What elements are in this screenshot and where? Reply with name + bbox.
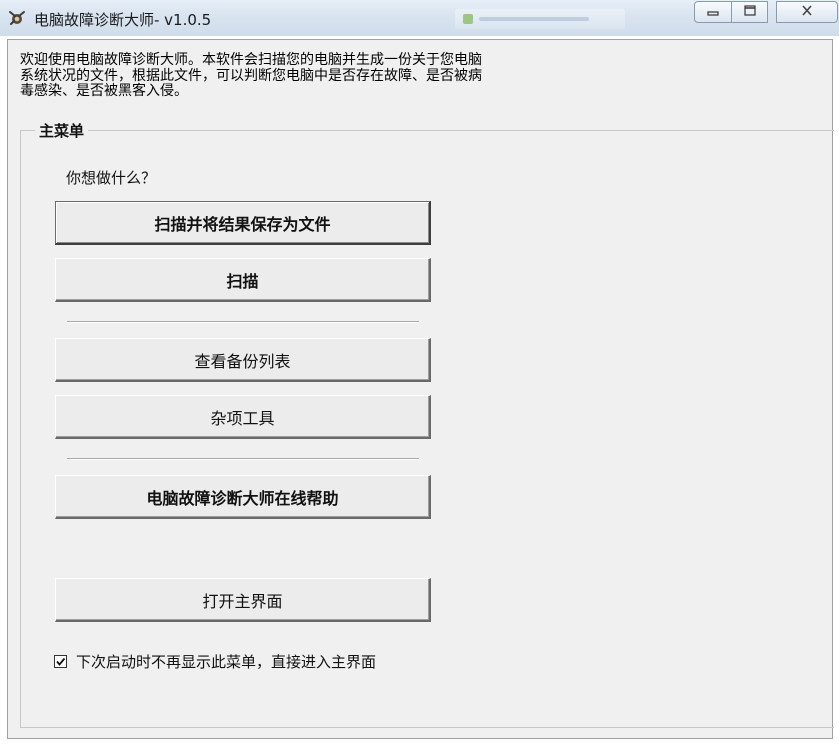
separator <box>67 458 419 460</box>
open-main-window-button[interactable]: 打开主界面 <box>55 578 431 622</box>
maximize-button[interactable] <box>732 1 768 23</box>
welcome-text: 欢迎使用电脑故障诊断大师。本软件会扫描您的电脑并生成一份关于您电脑 系统状况的文… <box>20 52 620 100</box>
skip-menu-label: 下次启动时不再显示此菜单，直接进入主界面 <box>76 653 377 671</box>
main-menu-group: 主菜单 你想做什么？ 扫描并将结果保存为文件 扫描 查看备份列表 杂项工具 电脑… <box>20 120 834 728</box>
question-label: 你想做什么？ <box>66 169 157 187</box>
view-backup-list-button[interactable]: 查看备份列表 <box>55 338 431 382</box>
welcome-text-line: 毒感染、是否被黑客入侵。 <box>20 83 188 99</box>
background-window-ghost <box>455 9 625 29</box>
skip-menu-checkbox[interactable] <box>54 655 67 668</box>
online-help-button[interactable]: 电脑故障诊断大师在线帮助 <box>55 475 431 519</box>
checkmark-icon <box>56 657 66 666</box>
scan-button[interactable]: 扫描 <box>55 258 431 302</box>
minimize-button[interactable] <box>694 1 732 23</box>
maximize-icon <box>743 4 756 20</box>
close-icon <box>801 4 813 20</box>
title-bar: 电脑故障诊断大师- v1.0.5 <box>0 0 839 36</box>
window-title: 电脑故障诊断大师- v1.0.5 <box>34 11 212 29</box>
welcome-text-line: 系统状况的文件，根据此文件，可以判断您电脑中是否存在故障、是否被病 <box>20 67 482 84</box>
app-wrench-icon <box>8 10 26 26</box>
window-controls <box>694 1 838 25</box>
welcome-text-line: 欢迎使用电脑故障诊断大师。本软件会扫描您的电脑并生成一份关于您电脑 <box>20 52 482 68</box>
scan-and-save-button[interactable]: 扫描并将结果保存为文件 <box>55 201 431 245</box>
separator <box>67 321 419 323</box>
skip-menu-option[interactable]: 下次启动时不再显示此菜单，直接进入主界面 <box>54 651 376 672</box>
main-menu-title: 主菜单 <box>35 120 89 141</box>
minimize-icon <box>707 5 719 20</box>
close-button[interactable] <box>776 1 838 23</box>
misc-tools-button[interactable]: 杂项工具 <box>55 395 431 439</box>
dialog-client-area: 欢迎使用电脑故障诊断大师。本软件会扫描您的电脑并生成一份关于您电脑 系统状况的文… <box>7 39 834 739</box>
